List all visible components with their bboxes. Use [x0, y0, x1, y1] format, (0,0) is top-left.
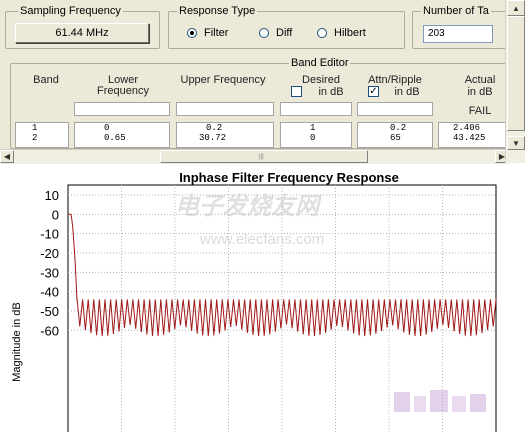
frequency-response-plot: Inphase Filter Frequency Response Magnit…: [0, 164, 525, 437]
radio-hilbert-icon[interactable]: [317, 28, 327, 38]
number-of-taps-group: Number of Ta 203: [412, 4, 512, 49]
desired-column[interactable]: 1 0: [280, 122, 352, 148]
vertical-scroll-thumb[interactable]: [507, 16, 525, 131]
col-header-lower: Lower Frequency: [97, 74, 149, 97]
band-editor-label: Band Editor: [289, 56, 351, 70]
band-row-2: 2: [32, 133, 38, 143]
y-tick-label: -50: [40, 304, 59, 319]
band-row-1: 1: [32, 123, 38, 133]
band-column[interactable]: 1 2: [15, 122, 69, 148]
col-header-upper: Upper Frequency: [180, 74, 266, 86]
y-axis-ticks: 10 0 -10 -20 -30 -40 -50 -60: [40, 188, 59, 338]
hilbert-option-label: Hilbert: [334, 27, 366, 39]
number-of-taps-label: Number of Ta: [421, 4, 491, 18]
actual-row-2: 43.425: [453, 133, 486, 143]
frequency-response-chart: Inphase Filter Frequency Response Magnit…: [11, 170, 497, 437]
scroll-up-button[interactable]: ▲: [507, 0, 525, 16]
y-tick-label: -30: [40, 265, 59, 280]
vertical-scrollbar[interactable]: ▲ ▼: [505, 0, 525, 163]
attn-filter-input[interactable]: [357, 102, 433, 116]
filter-settings-panel: Sampling Frequency 61.44 MHz Response Ty…: [0, 0, 516, 150]
col-header-desired: Desired: [302, 74, 340, 86]
attn-in-db-checkbox[interactable]: ✓: [368, 86, 379, 97]
desired-in-db-label: in dB: [318, 86, 344, 98]
radio-filter-icon[interactable]: [187, 28, 197, 38]
desired-row-2: 0: [310, 133, 316, 143]
y-tick-label: -10: [40, 227, 59, 242]
horizontal-scrollbar[interactable]: ◀ ||| ▶: [0, 149, 510, 164]
attn-ripple-column[interactable]: 0.2 65: [357, 122, 433, 148]
thumb-grip-icon: |||: [259, 154, 264, 160]
attn-in-db-label: in dB: [394, 86, 420, 98]
attn-row-2: 65: [390, 133, 401, 143]
col-header-attn: Attn/Ripple: [368, 74, 422, 86]
actual-row-1: 2.406: [453, 123, 481, 133]
desired-filter-input[interactable]: [280, 102, 352, 116]
lower-row-2: 0.65: [104, 133, 126, 143]
y-tick-label: 10: [45, 188, 59, 203]
y-tick-label: -20: [40, 246, 59, 261]
desired-in-db-checkbox[interactable]: [291, 86, 302, 97]
horizontal-scroll-thumb[interactable]: |||: [160, 150, 368, 163]
response-type-diff-option[interactable]: Diff: [259, 26, 292, 40]
lower-filter-input[interactable]: [74, 102, 170, 116]
filter-option-label: Filter: [204, 27, 229, 39]
diff-option-label: Diff: [276, 27, 293, 39]
scroll-left-button[interactable]: ◀: [0, 150, 14, 163]
desired-row-1: 1: [310, 123, 316, 133]
watermark-url-text: www.elecfans.com: [199, 231, 324, 248]
radio-diff-icon[interactable]: [259, 28, 269, 38]
sampling-frequency-label: Sampling Frequency: [18, 4, 123, 18]
response-type-hilbert-option[interactable]: Hilbert: [317, 26, 366, 40]
response-type-group: Response Type Filter Diff Hilbert: [168, 4, 405, 49]
col-header-band: Band: [33, 74, 59, 86]
y-tick-label: 0: [52, 207, 59, 222]
response-type-filter-option[interactable]: Filter: [187, 26, 228, 40]
y-axis-label: Magnitude in dB: [11, 302, 23, 382]
number-of-taps-input[interactable]: 203: [423, 25, 493, 43]
upper-filter-input[interactable]: [176, 102, 274, 116]
lower-frequency-column[interactable]: 0 0.65: [74, 122, 170, 148]
sampling-frequency-display[interactable]: 61.44 MHz: [15, 23, 149, 43]
sampling-frequency-group: Sampling Frequency 61.44 MHz: [5, 4, 160, 49]
y-tick-label: -60: [40, 323, 59, 338]
upper-row-2: 30.72: [199, 133, 227, 143]
upper-row-1: 0.2: [206, 123, 223, 133]
watermark-logo-text: 电子发烧友网: [175, 191, 323, 220]
chart-title: Inphase Filter Frequency Response: [179, 170, 399, 185]
y-tick-label: -40: [40, 285, 59, 300]
lower-row-1: 0: [104, 123, 110, 133]
scroll-down-button[interactable]: ▼: [507, 136, 525, 150]
band-editor-group: Band Editor Band Lower Frequency Upper F…: [10, 56, 516, 149]
response-type-label: Response Type: [177, 4, 258, 18]
attn-row-1: 0.2: [390, 123, 407, 133]
filter-design-window: Sampling Frequency 61.44 MHz Response Ty…: [0, 0, 525, 437]
upper-frequency-column[interactable]: 0.2 30.72: [176, 122, 274, 148]
